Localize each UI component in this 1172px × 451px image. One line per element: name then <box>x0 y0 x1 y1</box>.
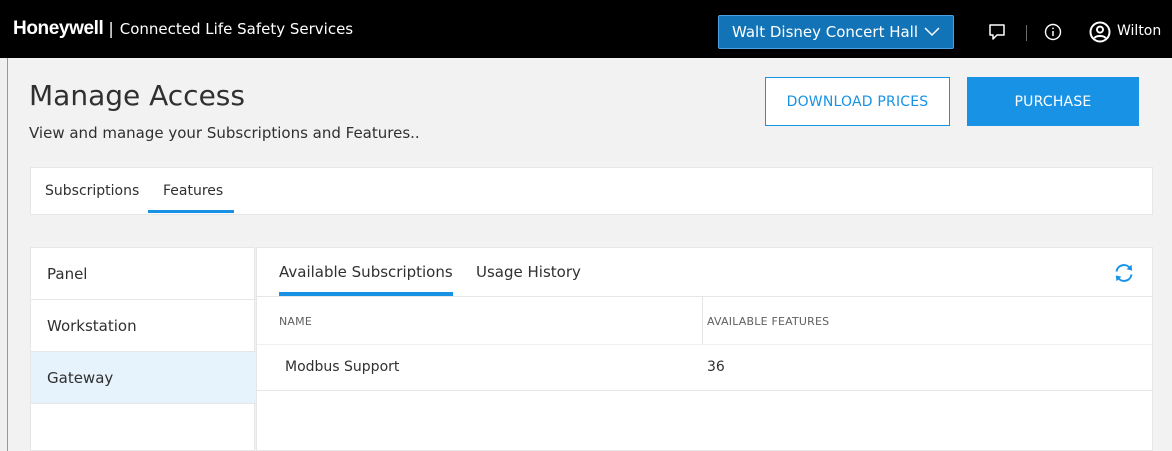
brand[interactable]: Honeywell | Connected Life Safety Servic… <box>13 18 353 40</box>
column-header-name[interactable]: NAME <box>279 315 312 328</box>
table-header: NAME AVAILABLE FEATURES <box>257 296 1152 345</box>
top-navigation-bar: Honeywell | Connected Life Safety Servic… <box>0 0 1172 58</box>
chevron-down-icon <box>924 27 940 37</box>
site-selector-label: Walt Disney Concert Hall <box>731 23 919 41</box>
tab-features[interactable]: Features <box>163 183 223 199</box>
user-icon[interactable] <box>1089 21 1111 43</box>
subscriptions-panel: Available Subscriptions Usage History NA… <box>256 247 1153 451</box>
tab-usage-history[interactable]: Usage History <box>476 263 581 281</box>
topbar-divider <box>1026 25 1027 41</box>
nav-item-gateway[interactable]: Gateway <box>31 352 256 404</box>
column-divider[interactable] <box>702 297 703 345</box>
brand-logo: Honeywell <box>13 18 104 39</box>
tab-available-subscriptions[interactable]: Available Subscriptions <box>279 263 453 281</box>
refresh-icon[interactable] <box>1113 262 1135 284</box>
active-tab-indicator <box>148 210 234 213</box>
service-name: Connected Life Safety Services <box>119 20 354 38</box>
nav-item-label: Panel <box>47 264 88 283</box>
nav-item-workstation[interactable]: Workstation <box>31 300 256 352</box>
site-selector-dropdown[interactable]: Walt Disney Concert Hall <box>718 15 954 49</box>
nav-item-panel[interactable]: Panel <box>31 248 256 300</box>
device-nav: Panel Workstation Gateway <box>30 247 256 451</box>
user-name[interactable]: Wilton <box>1117 23 1161 39</box>
tab-subscriptions[interactable]: Subscriptions <box>45 183 139 199</box>
chat-icon[interactable] <box>987 22 1007 42</box>
column-header-available-features[interactable]: AVAILABLE FEATURES <box>707 315 829 328</box>
cell-name: Modbus Support <box>285 359 400 375</box>
nav-item-label: Workstation <box>47 316 137 335</box>
download-prices-button[interactable]: DOWNLOAD PRICES <box>765 77 950 126</box>
purchase-button[interactable]: PURCHASE <box>967 77 1139 126</box>
page-title: Manage Access <box>29 79 245 112</box>
page-subtitle: View and manage your Subscriptions and F… <box>29 124 420 142</box>
cell-available-features: 36 <box>707 359 725 375</box>
table-row[interactable]: Modbus Support 36 <box>257 344 1152 391</box>
nav-item-label: Gateway <box>47 368 114 387</box>
brand-separator: | <box>108 19 114 38</box>
info-icon[interactable] <box>1043 22 1063 42</box>
tabs-bar: Subscriptions Features <box>30 167 1153 215</box>
